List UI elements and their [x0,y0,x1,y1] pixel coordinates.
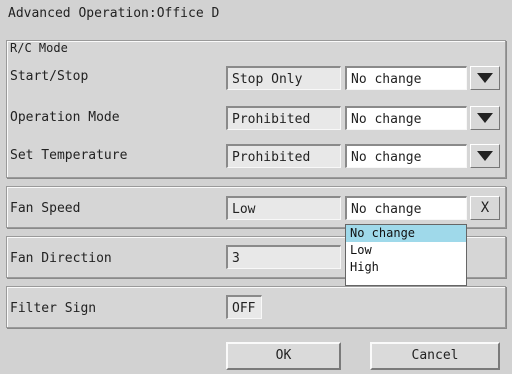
fan-speed-close-button[interactable]: X [470,196,500,220]
chevron-down-icon [477,73,493,83]
dropdown-option-high[interactable]: High [346,259,466,276]
filter-sign-status: OFF [226,295,262,319]
advanced-operation-window: Advanced Operation:Office D R/C Mode Sta… [0,0,512,374]
fan-direction-label: Fan Direction [10,251,112,266]
set-temperature-dropdown-button[interactable] [470,144,500,168]
start-stop-label: Start/Stop [10,69,89,84]
fan-speed-select[interactable]: No change [345,196,467,220]
fan-direction-status: 3 [226,245,341,269]
operation-mode-status: Prohibited [226,106,341,130]
set-temperature-select[interactable]: No change [345,144,467,168]
fan-speed-status: Low [226,196,341,220]
rc-mode-label: R/C Mode [10,41,68,55]
cancel-button[interactable]: Cancel [370,342,500,370]
set-temperature-label: Set Temperature [10,148,128,163]
start-stop-select[interactable]: No change [345,66,467,90]
window-title: Advanced Operation:Office D [8,6,220,21]
fan-speed-label: Fan Speed [10,201,81,216]
fan-speed-dropdown-list: No change Low High [345,224,467,286]
start-stop-status: Stop Only [226,66,341,90]
dropdown-option-no-change[interactable]: No change [346,225,466,242]
chevron-down-icon [477,151,493,161]
operation-mode-label: Operation Mode [10,110,120,125]
chevron-down-icon [477,113,493,123]
set-temperature-status: Prohibited [226,144,341,168]
operation-mode-select[interactable]: No change [345,106,467,130]
ok-button[interactable]: OK [226,342,341,370]
start-stop-dropdown-button[interactable] [470,66,500,90]
dropdown-option-low[interactable]: Low [346,242,466,259]
filter-sign-label: Filter Sign [10,301,97,316]
operation-mode-dropdown-button[interactable] [470,106,500,130]
